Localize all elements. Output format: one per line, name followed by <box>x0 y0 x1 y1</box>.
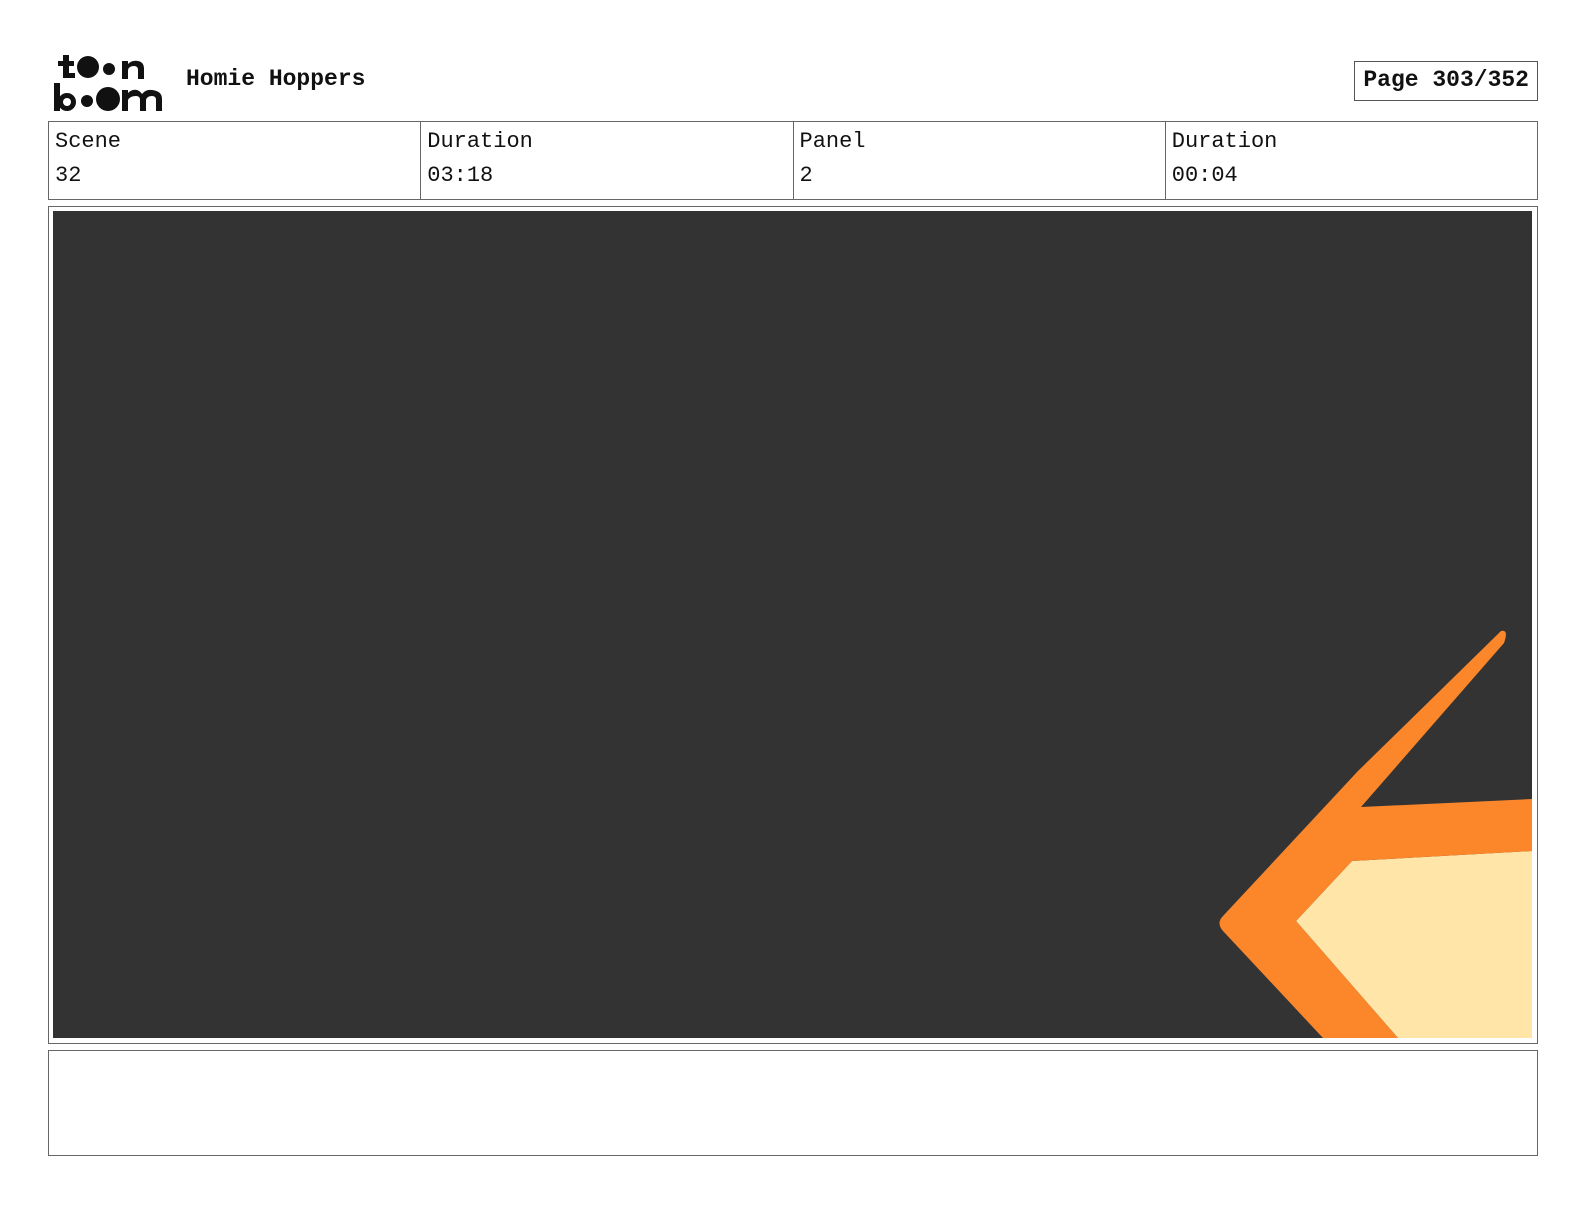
scene-duration-value: 03:18 <box>427 163 494 188</box>
page-number: Page 303/352 <box>1363 67 1529 93</box>
scene-duration-cell: Duration 03:18 <box>421 122 794 199</box>
scene-value: 32 <box>55 163 82 188</box>
page-number-box: Page 303/352 <box>1354 61 1538 101</box>
panel-duration-cell: Duration 00:04 <box>1166 122 1537 199</box>
page-header: Homie Hoppers Page 303/352 <box>48 48 1538 114</box>
panel-label: Panel <box>799 129 866 154</box>
toon-boom-logo <box>54 55 162 111</box>
panel-duration-value: 00:04 <box>1171 163 1238 188</box>
scene-duration-label: Duration <box>427 129 533 154</box>
panel-duration-label: Duration <box>1171 129 1278 154</box>
project-title: Homie Hoppers <box>186 66 366 92</box>
panel-notes-box <box>48 1050 1538 1156</box>
storyboard-panel-frame <box>48 206 1538 1044</box>
scene-cell: Scene 32 <box>49 122 422 199</box>
panel-cell: Panel 2 <box>794 122 1166 199</box>
panel-value: 2 <box>799 163 813 188</box>
scene-label: Scene <box>55 129 122 154</box>
storyboard-panel-drawing <box>53 211 1532 1038</box>
scene-info-table: Scene 32 Duration 03:18 Panel 2 Duration… <box>48 121 1538 200</box>
